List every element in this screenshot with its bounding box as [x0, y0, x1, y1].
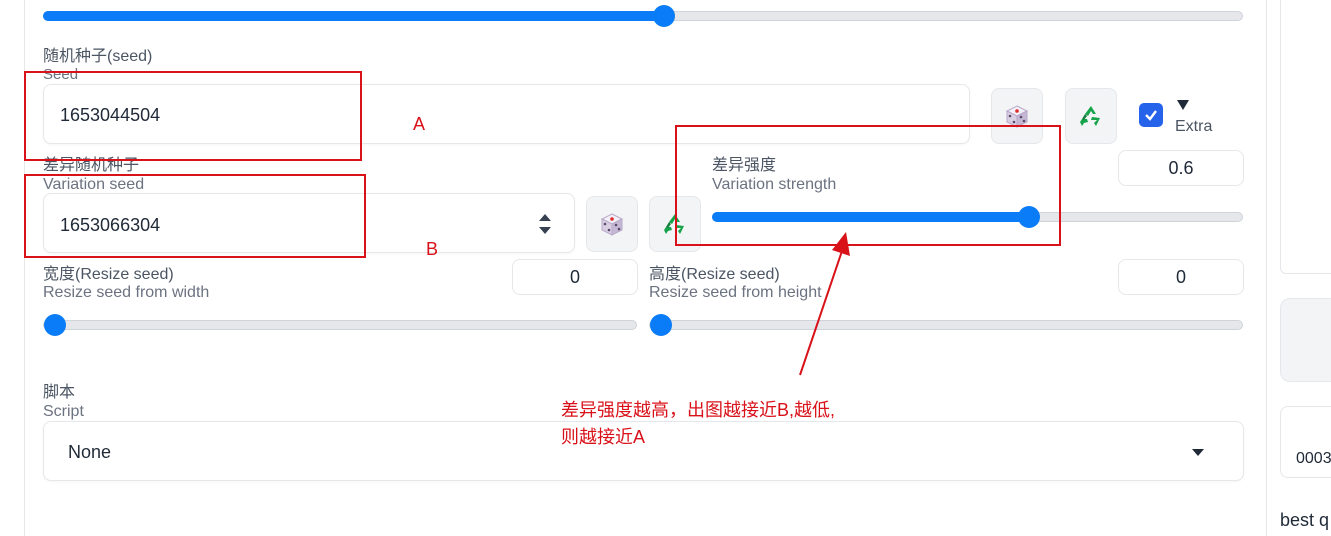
annotation-note-line2: 则越接近A: [561, 427, 646, 447]
annotation-note-line1: 差异强度越高，出图越接近B,越低,: [561, 400, 836, 420]
annotation-arrow: [799, 232, 850, 376]
